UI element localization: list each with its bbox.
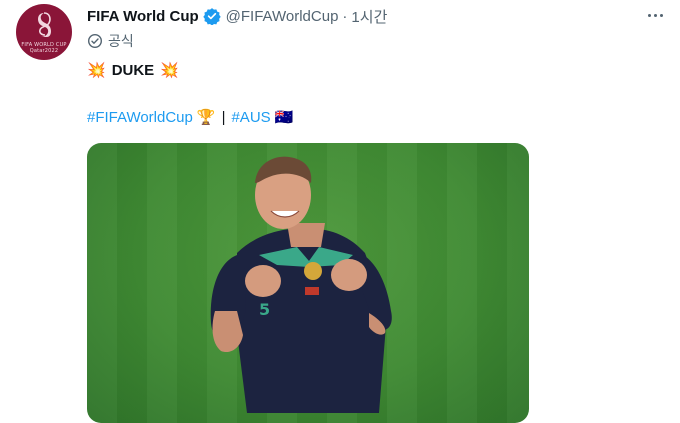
- tweet-text-line-2: #FIFAWorldCup 🏆 | #AUS 🇦🇺: [87, 106, 293, 128]
- celebrating-player-image-icon: 5: [210, 156, 392, 413]
- avatar-caption: FIFA WORLD CUP Qatar2022: [21, 41, 67, 54]
- fifa-avatar[interactable]: FIFA WORLD CUP Qatar2022: [16, 4, 72, 60]
- display-name[interactable]: FIFA World Cup: [87, 8, 199, 25]
- tweet-media-photo[interactable]: 5: [87, 143, 529, 423]
- tweet-text-line-1: 💥 DUKE 💥: [87, 59, 179, 81]
- user-handle[interactable]: @FIFAWorldCup: [226, 8, 339, 25]
- australia-flag-emoji: 🇦🇺: [274, 109, 294, 126]
- hashtag-aus[interactable]: #AUS: [231, 109, 270, 126]
- svg-text:5: 5: [259, 300, 270, 319]
- timestamp[interactable]: 1시간: [351, 6, 387, 27]
- separator-dot: ·: [342, 7, 348, 25]
- collision-emoji-right: 💥: [160, 62, 179, 79]
- tweet-word: DUKE: [111, 61, 155, 79]
- official-label-row: 공식: [87, 31, 134, 51]
- official-label: 공식: [108, 33, 134, 49]
- official-check-icon: [87, 33, 103, 49]
- more-options-icon[interactable]: [644, 6, 666, 24]
- collision-emoji-left: 💥: [87, 62, 106, 79]
- hashtag-fifaworldcup[interactable]: #FIFAWorldCup: [87, 109, 193, 126]
- trophy-emoji: 🏆: [196, 109, 216, 126]
- tweet-header: FIFA World Cup @FIFAWorldCup · 1시간: [87, 6, 387, 26]
- world-cup-emblem-icon: [38, 11, 51, 37]
- verified-badge-icon: [202, 7, 221, 25]
- text-divider: |: [221, 108, 226, 126]
